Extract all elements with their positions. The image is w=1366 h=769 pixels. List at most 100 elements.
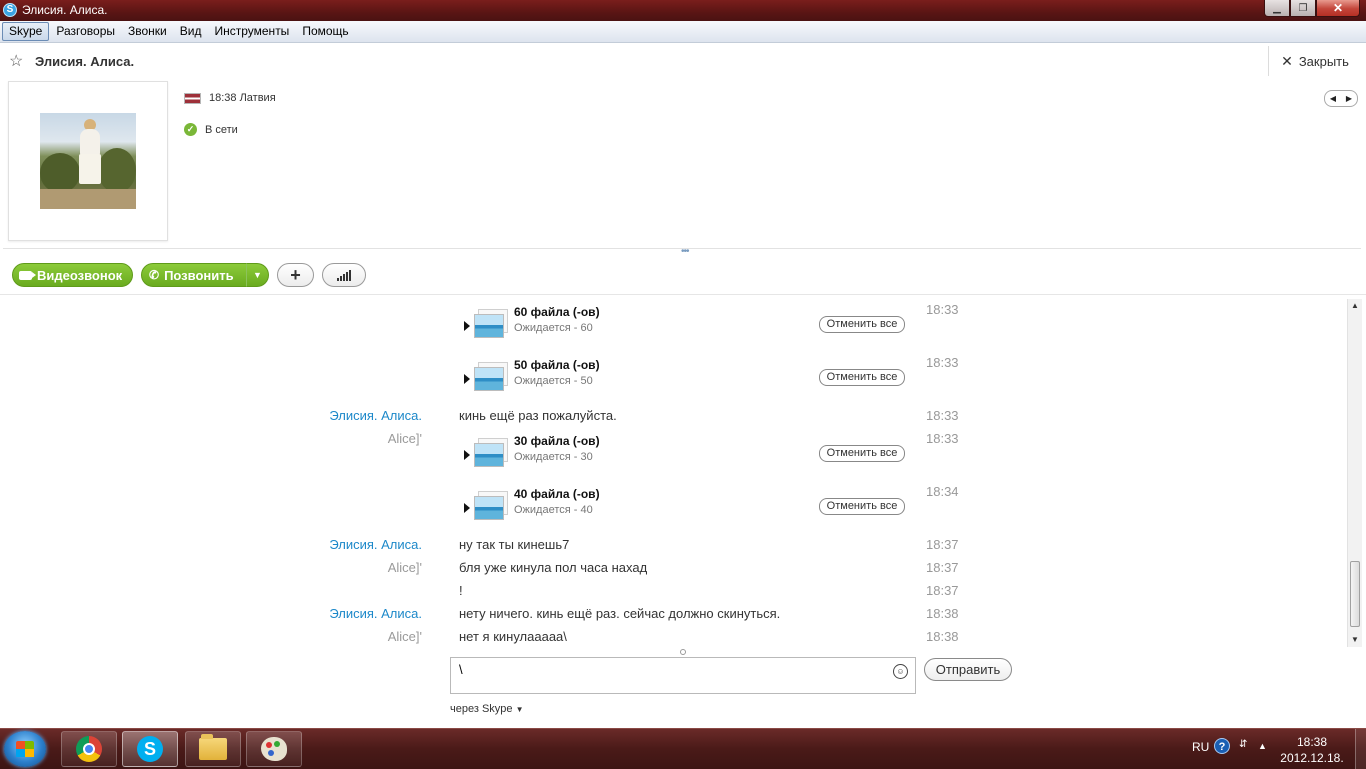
explorer-folder-icon (199, 734, 227, 760)
scroll-down-arrow-icon[interactable]: ▼ (1348, 633, 1362, 647)
add-participant-button[interactable]: + (277, 263, 314, 287)
network-icon[interactable]: ⇵ (1239, 739, 1247, 750)
expand-triangle-icon[interactable] (464, 450, 470, 460)
smiley-icon[interactable]: ☺ (893, 664, 908, 679)
resize-handle[interactable] (680, 649, 686, 655)
clock-date: 2012.12.18. (1280, 751, 1344, 765)
show-desktop-button[interactable] (1355, 729, 1366, 769)
file-transfer: 40 файла (-ов) Ожидается - 40 Отменить в… (462, 487, 912, 529)
conversation-header: ☆ Элисия. Алиса. ✕ Закрыть (3, 46, 1361, 77)
tray-expand-icon[interactable]: ▲ (1258, 741, 1267, 751)
expand-triangle-icon[interactable] (464, 503, 470, 513)
image-files-icon (474, 491, 508, 521)
panel-splitter[interactable]: ••• (681, 247, 689, 257)
call-toolbar: Видеозвонок ✆ Позвонить ▼ + (0, 258, 1366, 295)
chevron-right-icon[interactable]: ▶ (1346, 94, 1352, 103)
expand-triangle-icon[interactable] (464, 321, 470, 331)
call-options-dropdown[interactable]: ▼ (246, 263, 269, 287)
start-button[interactable] (4, 731, 46, 767)
clock-time: 18:38 (1296, 735, 1328, 749)
message-time: 18:33 (926, 302, 959, 317)
video-call-button[interactable]: Видеозвонок (12, 263, 133, 287)
message-time: 18:33 (926, 431, 959, 446)
chevron-down-icon: ▼ (253, 270, 262, 280)
message-input-value: \ (459, 662, 463, 677)
skype-icon: S (3, 3, 17, 17)
minimize-icon: ▁ (1273, 2, 1281, 14)
message-sender[interactable]: Alice]' (388, 560, 422, 575)
chevron-left-icon[interactable]: ◀ (1330, 94, 1336, 103)
minimize-button[interactable]: ▁ (1264, 0, 1290, 17)
menu-skype[interactable]: Skype (2, 22, 50, 41)
close-conversation-button[interactable]: ✕ Закрыть (1268, 46, 1361, 76)
taskbar-paint[interactable] (246, 731, 302, 767)
window-title: Элисия. Алиса. (22, 3, 108, 17)
message-text: бля уже кинула пол часа нахад (459, 560, 648, 575)
image-files-icon (474, 438, 508, 468)
contact-local-time: 18:38 Латвия (184, 92, 276, 104)
close-window-button[interactable]: ✕ (1316, 0, 1360, 17)
file-transfer: 60 файла (-ов) Ожидается - 60 Отменить в… (462, 305, 912, 347)
call-label: Позвонить (164, 267, 234, 283)
menu-conversations[interactable]: Разговоры (50, 23, 121, 40)
taskbar: S RU ? ⇵ ▲ 18:38 2012.12.18. (0, 728, 1366, 769)
avatar-frame (8, 81, 168, 241)
message-text: ! (459, 583, 463, 598)
maximize-button[interactable]: ❐ (1290, 0, 1316, 17)
message-text: нету ничего. кинь ещё раз. сейчас должно… (459, 606, 781, 621)
cancel-all-button[interactable]: Отменить все (819, 445, 905, 462)
message-sender[interactable]: Элисия. Алиса. (329, 408, 422, 423)
file-transfer: 30 файла (-ов) Ожидается - 30 Отменить в… (462, 434, 912, 476)
taskbar-chrome[interactable] (61, 731, 117, 767)
menu-view[interactable]: Вид (174, 23, 208, 40)
plus-icon: + (290, 264, 301, 285)
file-transfer-status: Ожидается - 30 (514, 451, 593, 463)
call-button[interactable]: ✆ Позвонить (141, 263, 247, 287)
send-via-selector[interactable]: через Skype ▼ (450, 703, 524, 715)
taskbar-skype[interactable]: S (122, 731, 178, 767)
taskbar-explorer[interactable] (185, 731, 241, 767)
local-time-text: 18:38 Латвия (209, 92, 276, 104)
paint-icon (261, 737, 287, 761)
menu-tools[interactable]: Инструменты (208, 23, 295, 40)
menu-calls[interactable]: Звонки (122, 23, 173, 40)
menu-help[interactable]: Помощь (296, 23, 354, 40)
scroll-up-arrow-icon[interactable]: ▲ (1348, 299, 1362, 313)
message-time: 18:33 (926, 408, 959, 423)
profile-nav-arrows[interactable]: ◀ ▶ (1324, 90, 1358, 107)
send-button[interactable]: Отправить (924, 658, 1012, 681)
message-time: 18:34 (926, 484, 959, 499)
expand-triangle-icon[interactable] (464, 374, 470, 384)
chevron-down-icon: ▼ (515, 705, 524, 714)
message-sender[interactable]: Alice]' (388, 431, 422, 446)
file-transfer-title: 50 файла (-ов) (514, 358, 600, 372)
message-time: 18:33 (926, 355, 959, 370)
image-files-icon (474, 362, 508, 392)
scroll-thumb[interactable] (1350, 561, 1360, 627)
restore-icon: ❐ (1298, 2, 1308, 14)
menu-bar: Skype Разговоры Звонки Вид Инструменты П… (0, 21, 1366, 43)
online-status-icon: ✓ (184, 123, 197, 136)
message-text: нет я кинулааааа\ (459, 629, 567, 644)
chat-scrollbar[interactable]: ▲ ▼ (1347, 299, 1362, 647)
help-icon[interactable]: ? (1214, 738, 1230, 754)
status-text: В сети (205, 123, 238, 136)
cancel-all-button[interactable]: Отменить все (819, 316, 905, 333)
cancel-all-button[interactable]: Отменить все (819, 369, 905, 386)
avatar[interactable] (40, 113, 136, 209)
favorite-star-icon[interactable]: ☆ (9, 51, 23, 71)
message-input[interactable]: \ ☺ (450, 657, 916, 694)
phone-icon: ✆ (149, 268, 160, 282)
message-sender[interactable]: Элисия. Алиса. (329, 606, 422, 621)
call-quality-button[interactable] (322, 263, 366, 287)
message-sender[interactable]: Элисия. Алиса. (329, 537, 422, 552)
file-transfer-status: Ожидается - 50 (514, 375, 593, 387)
message-text: кинь ещё раз пожалуйста. (459, 408, 617, 423)
system-clock[interactable]: 18:38 2012.12.18. (1280, 734, 1344, 766)
chat-history: 60 файла (-ов) Ожидается - 60 Отменить в… (0, 299, 1346, 647)
image-files-icon (474, 309, 508, 339)
language-indicator[interactable]: RU (1192, 740, 1209, 754)
cancel-all-button[interactable]: Отменить все (819, 498, 905, 515)
message-sender[interactable]: Alice]' (388, 629, 422, 644)
contact-profile: 18:38 Латвия ✓ В сети ◀ ▶ (3, 76, 1361, 249)
